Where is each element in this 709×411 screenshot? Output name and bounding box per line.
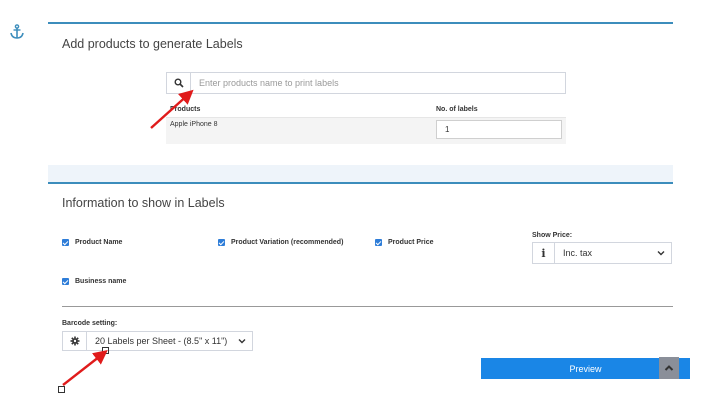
chevron-down-icon — [238, 339, 246, 344]
table-row: Apple iPhone 8 1 — [166, 118, 566, 144]
checkbox-product-name[interactable]: Product Name — [62, 239, 122, 246]
checkbox-label: Product Name — [75, 239, 123, 246]
table-header: Products No. of labels — [166, 102, 566, 118]
checkbox-icon[interactable] — [62, 239, 69, 246]
barcode-setting-value: 20 Labels per Sheet - (8.5" x 11") — [95, 336, 228, 346]
product-search-input[interactable] — [191, 73, 565, 93]
show-price-group: i Inc. tax — [532, 242, 672, 264]
show-price-select[interactable]: Inc. tax — [555, 243, 671, 263]
checkbox-label: Business name — [75, 278, 127, 285]
column-header-labels: No. of labels — [436, 106, 478, 113]
info-icon: i — [533, 243, 555, 263]
panel-title: Information to show in Labels — [62, 196, 225, 210]
panel-title: Add products to generate Labels — [62, 37, 243, 51]
search-icon — [167, 73, 191, 93]
barcode-setting-label: Barcode setting: — [62, 320, 118, 327]
barcode-setting-select[interactable]: 20 Labels per Sheet - (8.5" x 11") — [87, 332, 252, 350]
show-price-value: Inc. tax — [563, 248, 593, 258]
gear-icon — [63, 332, 87, 350]
info-panel: Information to show in Labels Product Na… — [48, 182, 690, 382]
checkbox-product-variation[interactable]: Product Variation (recommended) — [218, 239, 343, 246]
checkbox-label: Product Variation (recommended) — [231, 239, 344, 246]
checkbox-label: Product Price — [388, 239, 434, 246]
checkbox-icon[interactable] — [375, 239, 382, 246]
add-products-panel: Add products to generate Labels Products… — [48, 22, 673, 165]
checkbox-icon[interactable] — [62, 278, 69, 285]
checkbox-product-price[interactable]: Product Price — [375, 239, 434, 246]
checkbox-icon[interactable] — [218, 239, 225, 246]
column-header-products: Products — [170, 106, 201, 113]
barcode-setting-group: 20 Labels per Sheet - (8.5" x 11") — [62, 331, 253, 351]
scroll-to-top-button[interactable] — [659, 357, 679, 379]
divider — [62, 306, 673, 307]
anchor-icon — [9, 24, 25, 40]
product-search-group — [166, 72, 566, 94]
checkbox-business-name[interactable]: Business name — [62, 278, 126, 285]
products-table: Products No. of labels Apple iPhone 8 1 — [166, 102, 566, 144]
chevron-up-icon — [664, 365, 674, 371]
resize-handle[interactable] — [102, 347, 109, 354]
section-separator — [48, 165, 673, 182]
chevron-down-icon — [657, 251, 665, 256]
resize-handle[interactable] — [58, 386, 65, 393]
product-name-cell: Apple iPhone 8 — [170, 121, 218, 128]
label-quantity-input[interactable]: 1 — [436, 120, 562, 139]
show-price-label: Show Price: — [532, 232, 573, 239]
